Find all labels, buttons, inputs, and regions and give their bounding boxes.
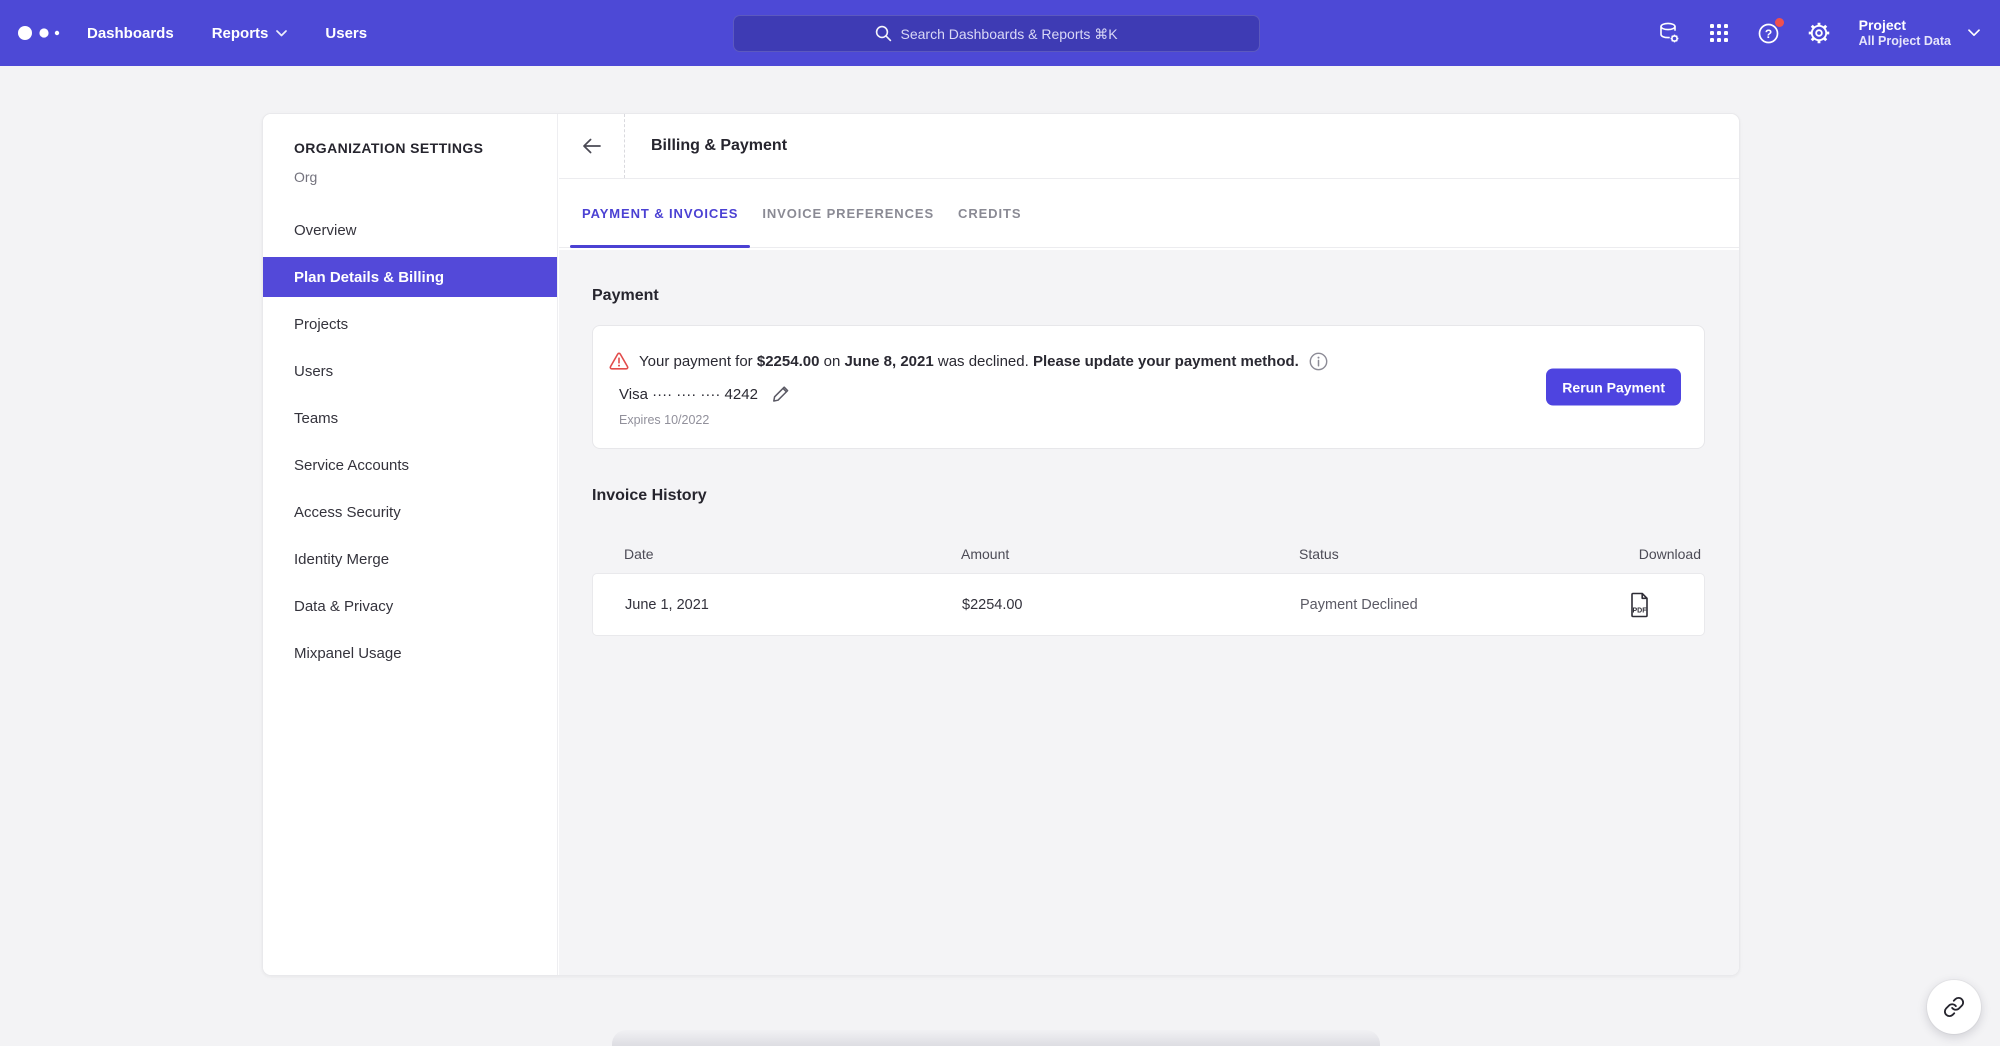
nav-dashboards-label: Dashboards bbox=[87, 25, 174, 42]
invoice-table-header: Date Amount Status Download bbox=[592, 535, 1705, 573]
data-management-icon[interactable] bbox=[1657, 21, 1681, 45]
back-button[interactable] bbox=[559, 114, 625, 178]
sidebar-item-data-privacy[interactable]: Data & Privacy bbox=[263, 586, 557, 626]
sidebar-item-plan-details-billing[interactable]: Plan Details & Billing bbox=[263, 257, 557, 297]
project-text: Project All Project Data bbox=[1859, 17, 1951, 50]
nav-users[interactable]: Users bbox=[325, 25, 367, 42]
column-header-amount: Amount bbox=[961, 546, 1299, 562]
tab-credits[interactable]: CREDITS bbox=[946, 179, 1033, 247]
card-brand: Visa bbox=[619, 386, 648, 403]
card-masked-digits: ···· ···· ···· bbox=[652, 386, 720, 403]
back-arrow-icon bbox=[581, 136, 602, 156]
main-nav: Dashboards Reports Users bbox=[87, 25, 405, 42]
warning-amount: $2254.00 bbox=[757, 353, 820, 370]
invoice-table: Date Amount Status Download June 1, 2021… bbox=[592, 535, 1705, 636]
search-icon bbox=[875, 25, 892, 42]
project-switcher[interactable]: Project All Project Data bbox=[1859, 17, 1980, 50]
sidebar-item-teams[interactable]: Teams bbox=[263, 398, 557, 438]
tab-content: Payment Your payment for $2254.00 on Jun… bbox=[559, 250, 1739, 975]
edit-payment-method-icon[interactable] bbox=[771, 384, 791, 404]
warning-text-3: was declined. bbox=[934, 353, 1033, 370]
help-icon[interactable]: ? bbox=[1757, 21, 1781, 45]
nav-reports[interactable]: Reports bbox=[212, 25, 288, 42]
download-pdf-icon[interactable]: PDF bbox=[1629, 592, 1651, 618]
warning-date: June 8, 2021 bbox=[844, 353, 933, 370]
invoice-date: June 1, 2021 bbox=[625, 597, 962, 613]
bottom-peek-card bbox=[612, 1030, 1380, 1046]
org-settings-sidebar: ORGANIZATION SETTINGS Org Overview Plan … bbox=[263, 114, 558, 975]
svg-text:PDF: PDF bbox=[1633, 607, 1648, 614]
warning-triangle-icon bbox=[609, 352, 629, 371]
sidebar-item-users[interactable]: Users bbox=[263, 351, 557, 391]
sidebar-title: ORGANIZATION SETTINGS bbox=[294, 140, 557, 156]
org-name: Org bbox=[294, 169, 557, 185]
nav-users-label: Users bbox=[325, 25, 367, 42]
project-label: Project bbox=[1859, 17, 1951, 34]
chevron-down-icon bbox=[1968, 29, 1980, 37]
invoice-history-title: Invoice History bbox=[592, 487, 1705, 505]
warning-emphasis: Please update your payment method. bbox=[1033, 353, 1299, 370]
sidebar-item-identity-merge[interactable]: Identity Merge bbox=[263, 539, 557, 579]
payment-warning: Your payment for $2254.00 on June 8, 202… bbox=[609, 352, 1681, 371]
copy-link-button[interactable] bbox=[1927, 980, 1981, 1034]
invoice-table-row: June 1, 2021 $2254.00 Payment Declined P… bbox=[592, 573, 1705, 636]
tab-invoice-preferences[interactable]: INVOICE PREFERENCES bbox=[750, 179, 946, 247]
sidebar-item-service-accounts[interactable]: Service Accounts bbox=[263, 445, 557, 485]
settings-panel: ORGANIZATION SETTINGS Org Overview Plan … bbox=[262, 113, 1740, 976]
card-last4: 4242 bbox=[725, 386, 758, 403]
warning-text: Your payment for $2254.00 on June 8, 202… bbox=[639, 353, 1299, 370]
mixpanel-logo-icon[interactable] bbox=[18, 24, 66, 42]
link-icon bbox=[1943, 996, 1965, 1018]
payment-section-title: Payment bbox=[592, 287, 1705, 305]
tab-payment-invoices[interactable]: PAYMENT & INVOICES bbox=[570, 179, 750, 247]
notification-badge bbox=[1775, 18, 1784, 27]
search-input[interactable] bbox=[901, 26, 1119, 42]
page-title: Billing & Payment bbox=[651, 137, 787, 155]
sidebar-item-overview[interactable]: Overview bbox=[263, 210, 557, 250]
invoice-amount: $2254.00 bbox=[962, 597, 1300, 613]
svg-text:?: ? bbox=[1764, 27, 1771, 41]
column-header-date: Date bbox=[624, 546, 961, 562]
sidebar-item-mixpanel-usage[interactable]: Mixpanel Usage bbox=[263, 633, 557, 673]
billing-tabs: PAYMENT & INVOICES INVOICE PREFERENCES C… bbox=[559, 179, 1739, 248]
apps-grid-icon[interactable] bbox=[1707, 21, 1731, 45]
payment-method-row: Visa ···· ···· ···· 4242 bbox=[619, 384, 1681, 404]
chevron-down-icon bbox=[276, 30, 287, 37]
settings-main: Billing & Payment PAYMENT & INVOICES INV… bbox=[559, 114, 1739, 975]
nav-reports-label: Reports bbox=[212, 25, 269, 42]
warning-text-2: on bbox=[819, 353, 844, 370]
card-expiry: Expires 10/2022 bbox=[619, 413, 1681, 427]
settings-gear-icon[interactable] bbox=[1807, 21, 1831, 45]
page-header: Billing & Payment bbox=[559, 114, 1739, 179]
column-header-status: Status bbox=[1299, 546, 1581, 562]
global-search[interactable] bbox=[733, 15, 1260, 52]
navbar-right-actions: ? Project All Project Data bbox=[1631, 0, 1980, 66]
invoice-status: Payment Declined bbox=[1300, 597, 1580, 613]
sidebar-item-access-security[interactable]: Access Security bbox=[263, 492, 557, 532]
nav-dashboards[interactable]: Dashboards bbox=[87, 25, 174, 42]
warning-text-1: Your payment for bbox=[639, 353, 757, 370]
top-navbar: Dashboards Reports Users bbox=[0, 0, 2000, 66]
sidebar-item-projects[interactable]: Projects bbox=[263, 304, 557, 344]
project-value: All Project Data bbox=[1859, 34, 1951, 49]
payment-card: Your payment for $2254.00 on June 8, 202… bbox=[592, 325, 1705, 449]
column-header-download: Download bbox=[1581, 546, 1701, 562]
sidebar-items: Overview Plan Details & Billing Projects… bbox=[263, 210, 557, 673]
info-icon[interactable] bbox=[1309, 352, 1328, 371]
rerun-payment-button[interactable]: Rerun Payment bbox=[1546, 369, 1681, 406]
